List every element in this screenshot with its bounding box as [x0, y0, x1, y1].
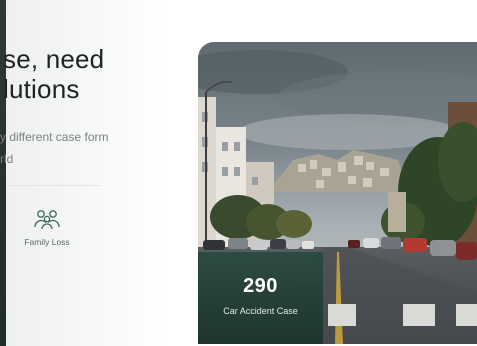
section-divider [6, 185, 100, 186]
car-accident-label: Car Accident Case [223, 306, 298, 316]
hero-headline-line-2: lutions [3, 74, 80, 104]
car-accident-count: 290 [243, 275, 278, 297]
hero-description-line-1: y different case form [0, 130, 109, 144]
stat-family-loss: Family Loss [16, 208, 78, 247]
hero-street-photo: 290 Car Accident Case [198, 42, 477, 344]
hero-description-line-2: rld [0, 152, 14, 166]
hero-headline: se, need lutions [3, 44, 104, 104]
car-accident-stat-card: 290 Car Accident Case [198, 252, 323, 344]
people-group-icon [34, 210, 60, 230]
hero-headline-line-1: se, need [3, 44, 105, 74]
family-loss-label: Family Loss [24, 237, 70, 247]
hero-description: y different case form rld [0, 126, 109, 170]
